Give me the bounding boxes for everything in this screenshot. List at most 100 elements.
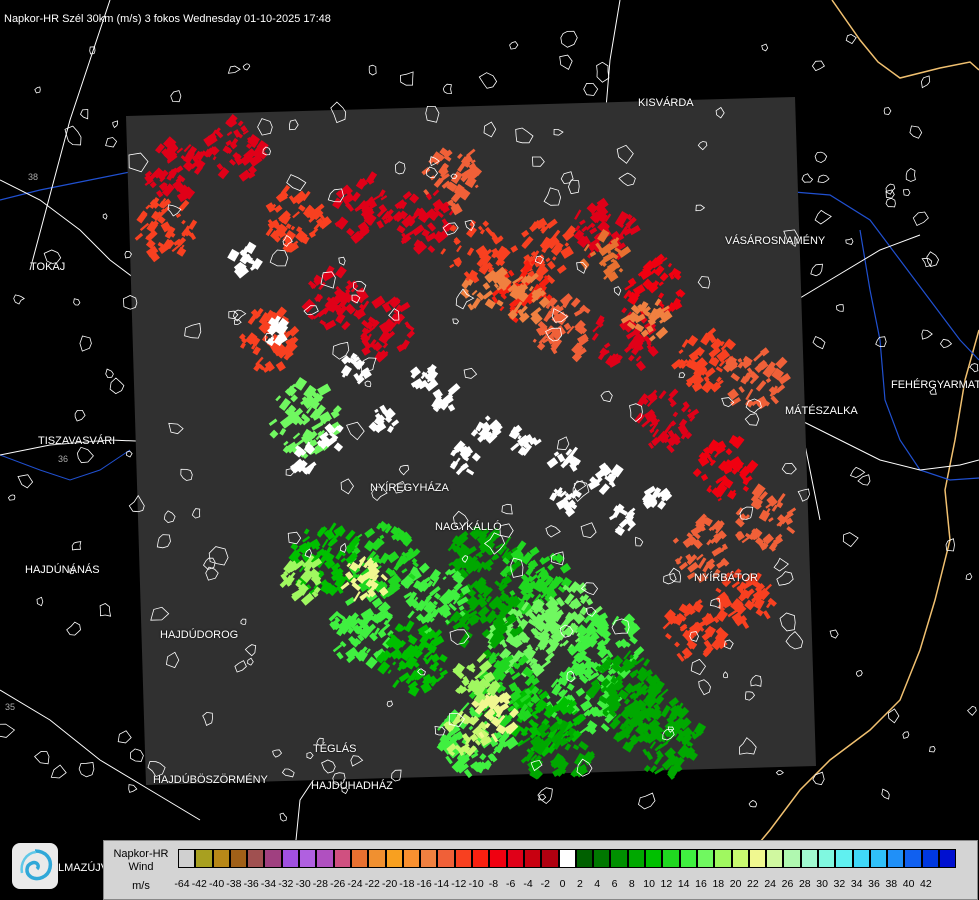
town-outline <box>66 621 81 636</box>
town-outline <box>559 54 573 70</box>
legend-tick-label: -34 <box>260 878 277 890</box>
legend-swatch <box>593 849 611 868</box>
legend-tick-label: -32 <box>278 878 294 890</box>
city-label: TISZAVASVÁRI <box>38 435 116 447</box>
town-outline <box>885 197 896 208</box>
legend-swatch <box>437 849 455 868</box>
town-outline <box>509 41 519 50</box>
legend-tick-label: -26 <box>330 878 346 890</box>
town-outline <box>74 410 86 422</box>
town-outline <box>560 30 578 48</box>
city-label: NAGYKÁLLÓ <box>435 521 502 533</box>
legend-tick-label: -14 <box>433 878 450 890</box>
town-outline <box>279 812 287 822</box>
town-outline <box>78 762 95 778</box>
legend-swatch <box>541 849 559 868</box>
town-outline <box>835 304 844 312</box>
legend-swatch <box>385 849 403 868</box>
town-outline <box>748 800 758 808</box>
town-outline <box>442 83 452 94</box>
legend-swatch <box>610 849 628 868</box>
river <box>859 229 979 481</box>
town-outline <box>811 60 825 72</box>
legend-swatch <box>696 849 715 868</box>
legend-swatch <box>921 849 940 868</box>
legend-swatch <box>264 849 282 868</box>
swirl-icon <box>20 849 53 881</box>
legend-swatch <box>748 849 767 868</box>
road-number: 38 <box>28 172 38 182</box>
legend-swatch <box>402 849 421 868</box>
town-outline <box>596 61 610 83</box>
town-outline <box>109 377 125 395</box>
legend-swatch <box>800 849 818 868</box>
legend-tick-label: 0 <box>559 878 566 890</box>
city-label: NYÍRBÁTOR <box>694 572 758 584</box>
legend-swatch <box>575 849 594 868</box>
legend-tick-label: 14 <box>677 878 690 890</box>
town-outline <box>76 446 94 464</box>
town-outline <box>912 211 929 227</box>
map-title: Napkor-HR Szél 30km (m/s) 3 fokos Wednes… <box>4 13 331 25</box>
town-outline <box>73 298 81 306</box>
legend-swatch <box>869 849 888 868</box>
legend-swatch <box>368 849 386 868</box>
legend-swatch <box>714 849 732 868</box>
city-label: TÉGLÁS <box>313 743 357 755</box>
legend-swatch <box>333 849 351 868</box>
town-outline <box>478 72 498 89</box>
town-outline <box>801 173 814 183</box>
road-number: 35 <box>5 702 15 712</box>
town-outline <box>102 213 108 220</box>
town-outline <box>105 368 114 379</box>
legend-tick-label: 6 <box>611 878 618 890</box>
town-outline <box>883 107 892 116</box>
town-outline <box>842 532 859 548</box>
legend-tick-label: 30 <box>816 878 828 890</box>
town-outline <box>775 770 784 776</box>
legend-tick-label: 38 <box>885 878 898 890</box>
town-outline <box>845 33 857 45</box>
legend-swatch <box>489 849 507 868</box>
legend-tick-label: -22 <box>364 878 380 890</box>
town-outline <box>7 494 16 501</box>
town-outline <box>969 363 979 373</box>
town-outline <box>400 71 414 86</box>
town-outline <box>71 541 82 551</box>
town-outline <box>34 751 50 765</box>
town-outline <box>368 64 377 76</box>
town-outline <box>36 596 44 607</box>
town-outline <box>130 748 144 762</box>
town-outline <box>99 603 112 617</box>
legend-tick-label: -16 <box>416 878 432 890</box>
city-label: HAJDÚNÁNÁS <box>25 564 100 576</box>
town-outline <box>849 466 866 479</box>
legend-tick-label: 26 <box>781 878 794 890</box>
legend-tick-label: -40 <box>209 878 225 890</box>
legend-swatch <box>662 849 680 868</box>
city-label: HAJDÚHADHÁZ <box>311 780 393 792</box>
legend-tick-label: -38 <box>226 878 242 890</box>
city-label: TOKAJ <box>30 261 66 273</box>
legend-swatch <box>472 849 490 868</box>
legend-tick-label: -28 <box>312 878 328 890</box>
town-outline <box>34 86 41 94</box>
legend-swatch <box>420 849 438 868</box>
legend-tick-label: -12 <box>451 878 467 890</box>
legend-tick-label: 40 <box>902 878 915 890</box>
town-outline <box>117 730 132 744</box>
legend-tick-label: 4 <box>594 878 601 890</box>
town-outline <box>812 771 825 786</box>
town-outline <box>13 294 25 305</box>
town-outline <box>920 75 931 89</box>
city-label: NYÍREGYHÁZA <box>370 482 449 494</box>
legend-swatch <box>178 849 196 868</box>
town-outline <box>881 788 890 800</box>
napkor-logo <box>12 843 58 889</box>
legend-tick-label: -42 <box>191 878 207 890</box>
legend-tick-label: 34 <box>850 878 863 890</box>
city-label: HAJDÚBÖSZÖRMÉNY <box>153 774 268 786</box>
legend-tick-label: -2 <box>540 878 550 890</box>
map-canvas: 38 36 35 <box>0 0 979 900</box>
legend-swatch <box>506 849 524 868</box>
